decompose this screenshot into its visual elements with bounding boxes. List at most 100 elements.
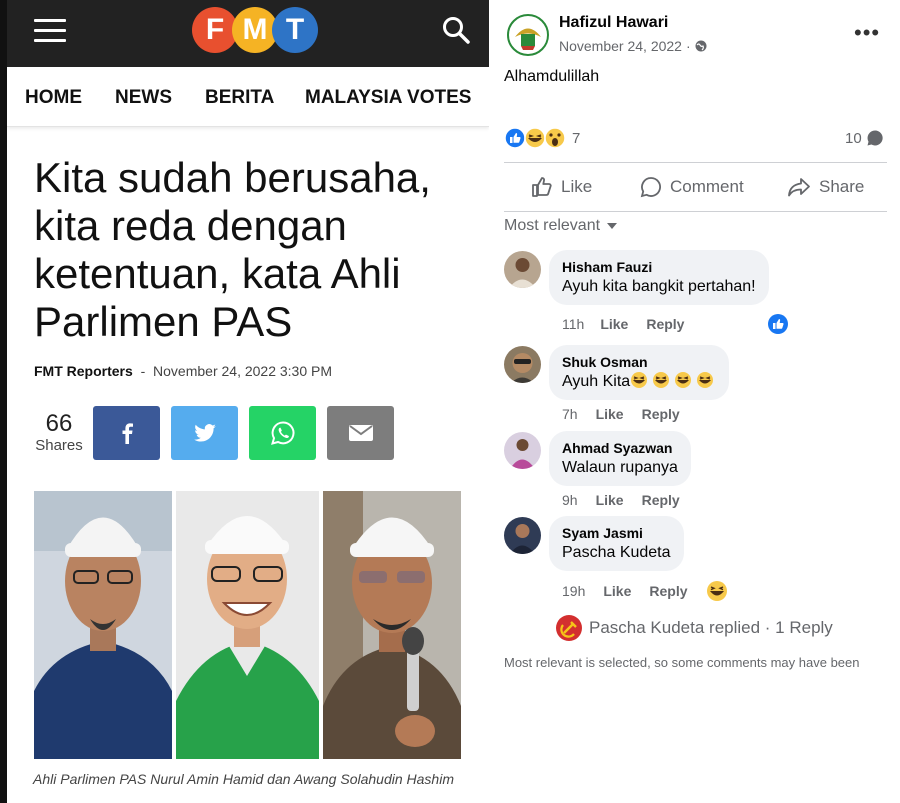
article-panel: F M T HOME NEWS BERITA MALAYSIA VOTES Ki… (0, 0, 489, 803)
left-edge (0, 0, 7, 803)
avatar-image (504, 346, 541, 383)
date-separator: · (685, 38, 691, 54)
laughing-emoji-icon (631, 372, 714, 388)
nav-news[interactable]: NEWS (115, 87, 172, 109)
article-headline: Kita sudah berusaha, kita reda dengan ke… (34, 154, 431, 345)
commenter-name[interactable]: Ahmad Syazwan (562, 439, 678, 457)
photo-person-2 (176, 491, 319, 759)
whatsapp-icon (270, 421, 294, 445)
share-counter: 66 Shares (33, 410, 85, 455)
avatar-image (504, 517, 541, 554)
share-twitter-button[interactable] (171, 406, 238, 460)
comment-label: Comment (670, 177, 744, 196)
comment-like-link[interactable]: Like (596, 492, 624, 508)
site-logo[interactable]: F M T (192, 7, 318, 57)
comment-bubble-icon (867, 130, 883, 146)
comment-avatar[interactable] (504, 251, 541, 288)
comment-text: Walaun rupanya (562, 459, 678, 476)
author-name[interactable]: FMT Reporters (34, 363, 133, 379)
caret-down-icon (607, 223, 618, 229)
facebook-post-panel: Hafizul Hawari November 24, 2022 · ••• A… (489, 0, 900, 803)
share-label: Shares (35, 437, 83, 454)
nav-berita[interactable]: BERITA (205, 87, 274, 109)
facebook-icon (122, 423, 133, 444)
comment-bubble: Ahmad Syazwan Walaun rupanya (549, 431, 691, 486)
portrait-image (176, 491, 319, 759)
reaction-count: 7 (572, 129, 581, 147)
twitter-icon (193, 424, 216, 442)
logo-letter: T (272, 7, 318, 53)
haha-reaction-icon[interactable] (706, 580, 728, 602)
avatar-image (504, 432, 541, 469)
comment-time[interactable]: 19h (562, 583, 585, 599)
commenter-name[interactable]: Syam Jasmi (562, 524, 671, 542)
share-whatsapp-button[interactable] (249, 406, 316, 460)
share-email-button[interactable] (327, 406, 394, 460)
share-icon (788, 178, 810, 197)
comment-sort-dropdown[interactable]: Most relevant (504, 217, 618, 235)
share-count: 66 (45, 410, 73, 437)
thumbs-up-icon (532, 177, 552, 197)
photo-person-3 (323, 491, 461, 759)
comment-like-link[interactable]: Like (596, 406, 624, 422)
comment-count-value: 10 (845, 129, 862, 147)
site-header: F M T (7, 0, 489, 67)
comment-actions: 9h Like Reply (562, 492, 680, 508)
poster-avatar[interactable] (505, 12, 551, 58)
share-button[interactable]: Share (787, 174, 864, 200)
comment-button[interactable]: Comment (640, 174, 744, 200)
publish-date: November 24, 2022 3:30 PM (153, 363, 333, 379)
comment-reply-link[interactable]: Reply (649, 583, 687, 599)
comment-time[interactable]: 11h (562, 316, 584, 332)
commenter-name[interactable]: Shuk Osman (562, 353, 716, 371)
portrait-image (34, 491, 172, 759)
post-date: November 24, 2022 (559, 38, 682, 54)
comment-bubble: Syam Jasmi Pascha Kudeta (549, 516, 684, 571)
more-options-icon[interactable]: ••• (854, 20, 880, 46)
globe-icon (695, 40, 707, 52)
comment-filter-note: Most relevant is selected, so some comme… (504, 655, 860, 670)
comment-actions: 7h Like Reply (562, 406, 680, 422)
reaction-summary[interactable]: 7 (504, 126, 580, 150)
screenshot-root: F M T HOME NEWS BERITA MALAYSIA VOTES Ki… (0, 0, 900, 803)
comment-text: Ayuh kita bangkit pertahan! (562, 278, 756, 295)
comment-reply-link[interactable]: Reply (642, 492, 680, 508)
site-nav: HOME NEWS BERITA MALAYSIA VOTES (7, 67, 489, 127)
share-facebook-button[interactable] (93, 406, 160, 460)
commenter-name[interactable]: Hisham Fauzi (562, 258, 756, 276)
comment-reply-link[interactable]: Reply (642, 406, 680, 422)
replied-text: Pascha Kudeta replied · 1 Reply (589, 618, 833, 637)
comment-avatar[interactable] (504, 432, 541, 469)
divider (504, 211, 887, 212)
like-reaction-icon[interactable] (767, 313, 789, 335)
search-icon[interactable] (441, 15, 471, 45)
post-timestamp[interactable]: November 24, 2022 · (559, 38, 707, 54)
poster-name[interactable]: Hafizul Hawari (559, 14, 668, 32)
comment-time[interactable]: 7h (562, 406, 578, 422)
comment-avatar[interactable] (504, 346, 541, 383)
comment-count[interactable]: 10 (845, 129, 884, 147)
photo-caption: Ahli Parlimen PAS Nurul Amin Hamid dan A… (33, 771, 454, 787)
like-button[interactable]: Like (531, 174, 592, 200)
hammer-sickle-avatar-icon (556, 615, 582, 641)
comment-like-link[interactable]: Like (600, 316, 628, 332)
comment-actions: 11h Like Reply (562, 316, 684, 332)
reaction-icons (504, 127, 566, 149)
comment-text-row: Ayuh Kita (562, 371, 716, 392)
sort-label: Most relevant (504, 217, 601, 234)
share-label: Share (819, 177, 865, 196)
avatar-image (504, 251, 541, 288)
nav-home[interactable]: HOME (25, 87, 82, 109)
byline-separator: - (140, 363, 146, 379)
comment-time[interactable]: 9h (562, 492, 578, 508)
comment-like-link[interactable]: Like (603, 583, 631, 599)
view-replies-link[interactable]: Pascha Kudeta replied · 1 Reply (555, 614, 833, 642)
nav-malaysia-votes[interactable]: MALAYSIA VOTES (305, 87, 471, 109)
comment-avatar[interactable] (504, 517, 541, 554)
comment-bubble: Shuk Osman Ayuh Kita (549, 345, 730, 400)
comment-reply-link[interactable]: Reply (646, 316, 684, 332)
divider (504, 162, 887, 163)
emblem-avatar-icon (505, 12, 551, 58)
menu-icon[interactable] (34, 19, 66, 43)
photo-person-1 (34, 491, 172, 759)
